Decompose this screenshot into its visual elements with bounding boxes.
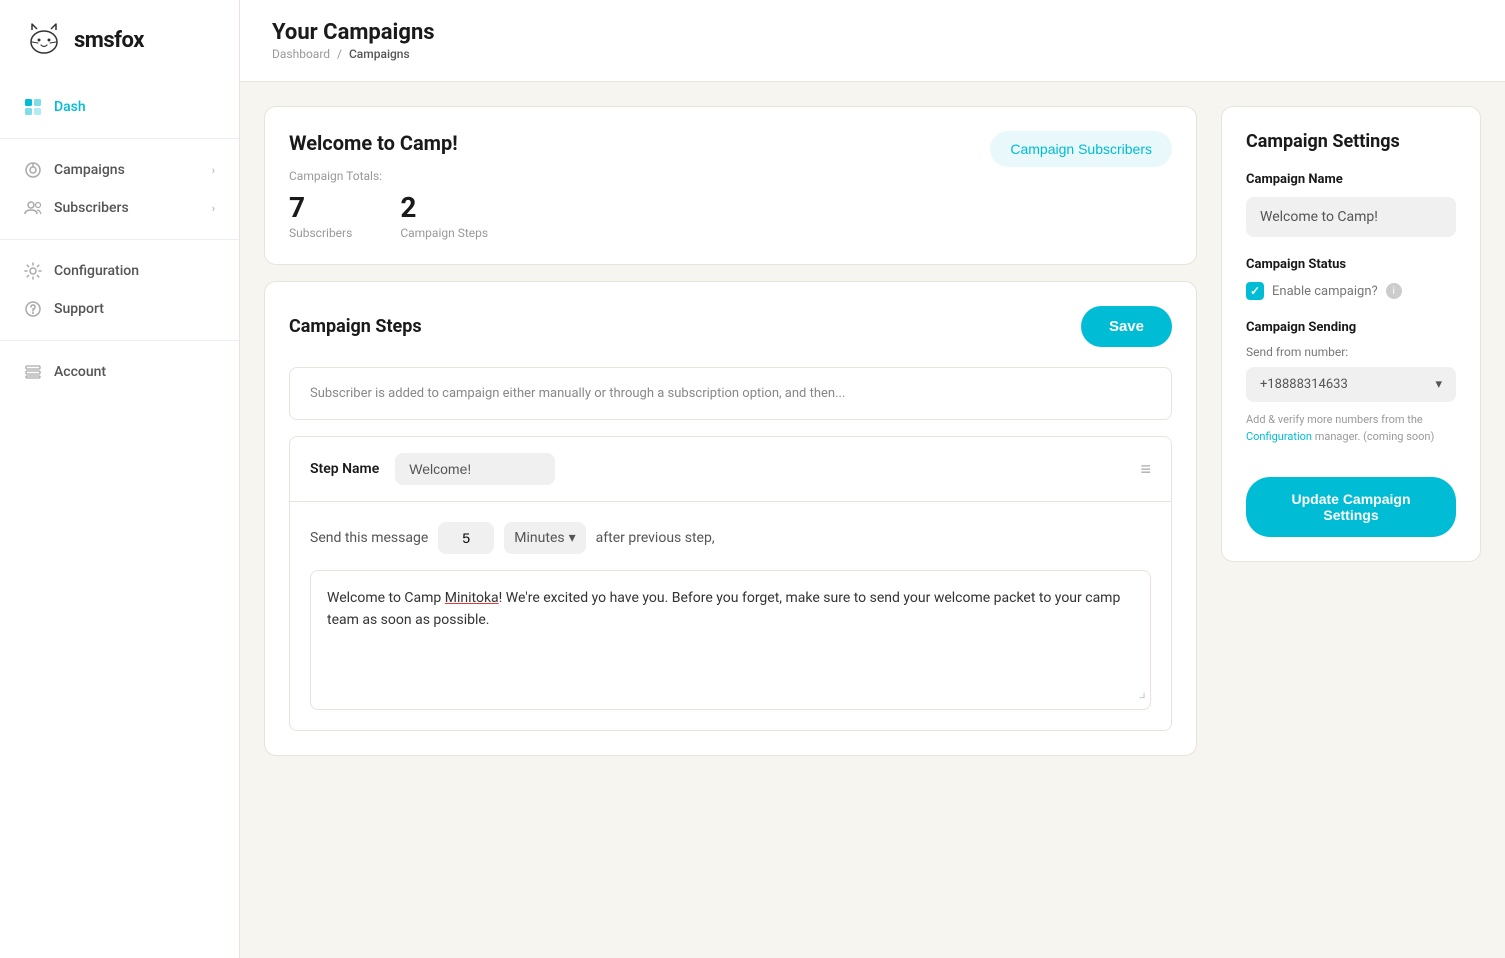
step-block-body: Send this message Minutes ▾ after previo…: [290, 502, 1171, 730]
sidebar-item-configuration-label: Configuration: [54, 263, 215, 279]
stat-subscribers: 7 Subscribers: [289, 191, 352, 240]
step-unit-value: Minutes: [514, 530, 564, 546]
step-block: Step Name ≡ Send this message Minutes ▾: [289, 436, 1172, 731]
sidebar-item-support-label: Support: [54, 301, 215, 317]
dash-icon: [24, 98, 42, 116]
step-message-area[interactable]: Welcome to Camp Minitoka! We're excited …: [310, 570, 1151, 710]
sidebar-item-account-label: Account: [54, 364, 215, 380]
after-previous-step-label: after previous step,: [596, 530, 715, 546]
logo-area: smsfox: [0, 0, 239, 80]
settings-title: Campaign Settings: [1246, 131, 1456, 152]
sidebar-item-account[interactable]: Account: [0, 353, 239, 391]
subscribers-chevron-icon: ›: [212, 202, 215, 215]
stat-steps: 2 Campaign Steps: [400, 191, 488, 240]
subscribers-icon: [24, 199, 42, 217]
message-minitoka: Minitoka: [445, 590, 499, 606]
left-panel: Welcome to Camp! Campaign Totals: 7 Subs…: [264, 106, 1197, 934]
step-unit-chevron-icon: ▾: [569, 530, 576, 546]
stat-subscribers-value: 7: [289, 191, 352, 224]
step-block-header: Step Name ≡: [290, 437, 1171, 502]
settings-card: Campaign Settings Campaign Name Welcome …: [1221, 106, 1481, 562]
enable-info-icon[interactable]: i: [1386, 283, 1402, 299]
campaign-name-label: Campaign Name: [1246, 172, 1456, 187]
breadcrumb-current: Campaigns: [349, 47, 410, 61]
step-menu-icon[interactable]: ≡: [1140, 459, 1151, 480]
step-unit-select[interactable]: Minutes ▾: [504, 522, 585, 554]
save-button[interactable]: Save: [1081, 306, 1172, 347]
support-icon: [24, 300, 42, 318]
sidebar-item-subscribers-label: Subscribers: [54, 200, 200, 216]
page-title: Your Campaigns: [272, 20, 1473, 45]
configuration-link[interactable]: Configuration: [1246, 430, 1312, 443]
steps-card-header: Campaign Steps Save: [289, 306, 1172, 347]
campaign-sending-label: Campaign Sending: [1246, 320, 1456, 335]
sidebar-item-campaigns[interactable]: Campaigns ›: [0, 151, 239, 189]
step-info-text: Subscriber is added to campaign either m…: [310, 386, 845, 401]
step-name-input[interactable]: [395, 453, 555, 485]
campaign-status-section: Campaign Status Enable campaign? i: [1246, 257, 1456, 300]
sidebar-item-dash[interactable]: Dash: [0, 88, 239, 126]
update-campaign-settings-button[interactable]: Update Campaign Settings: [1246, 477, 1456, 537]
campaign-steps-card: Campaign Steps Save Subscriber is added …: [264, 281, 1197, 756]
account-icon: [24, 363, 42, 381]
step-info-box: Subscriber is added to campaign either m…: [289, 367, 1172, 420]
campaigns-chevron-icon: ›: [212, 164, 215, 177]
logo-icon: [24, 20, 64, 60]
campaign-name-display: Welcome to Camp!: [1246, 197, 1456, 237]
campaign-header-card: Welcome to Camp! Campaign Totals: 7 Subs…: [264, 106, 1197, 265]
sidebar-item-dash-label: Dash: [54, 99, 215, 115]
breadcrumb-root[interactable]: Dashboard: [272, 47, 330, 61]
top-header: Your Campaigns Dashboard / Campaigns: [240, 0, 1505, 82]
sidebar-item-campaigns-label: Campaigns: [54, 162, 200, 178]
sidebar: smsfox Dash Campaigns ›: [0, 0, 240, 958]
enable-campaign-checkbox[interactable]: [1246, 282, 1264, 300]
step-send-row: Send this message Minutes ▾ after previo…: [310, 522, 1151, 554]
campaign-header-left: Welcome to Camp! Campaign Totals: 7 Subs…: [289, 131, 488, 240]
nav-divider-3: [0, 340, 239, 341]
stat-steps-label: Campaign Steps: [400, 226, 488, 240]
campaigns-icon: [24, 161, 42, 179]
sidebar-item-subscribers[interactable]: Subscribers ›: [0, 189, 239, 227]
step-name-label: Step Name: [310, 461, 379, 477]
step-delay-input[interactable]: [438, 522, 494, 554]
send-from-label: Send from number:: [1246, 345, 1456, 359]
campaign-totals-label: Campaign Totals:: [289, 169, 488, 183]
enable-campaign-label: Enable campaign?: [1272, 284, 1378, 299]
nav-divider-1: [0, 138, 239, 139]
right-panel: Campaign Settings Campaign Name Welcome …: [1221, 106, 1481, 934]
main-area: Your Campaigns Dashboard / Campaigns Wel…: [240, 0, 1505, 958]
campaign-sending-section: Campaign Sending Send from number: +1888…: [1246, 320, 1456, 445]
phone-number-chevron-icon: ▾: [1435, 377, 1442, 392]
breadcrumb: Dashboard / Campaigns: [272, 47, 1473, 61]
campaign-title: Welcome to Camp!: [289, 131, 488, 155]
campaign-status-label: Campaign Status: [1246, 257, 1456, 272]
message-text-before: Welcome to Camp: [327, 590, 445, 606]
steps-title: Campaign Steps: [289, 316, 422, 337]
sidebar-item-support[interactable]: Support: [0, 290, 239, 328]
configuration-icon: [24, 262, 42, 280]
campaign-subscribers-button[interactable]: Campaign Subscribers: [990, 131, 1172, 167]
sidebar-item-configuration[interactable]: Configuration: [0, 252, 239, 290]
nav-divider-2: [0, 239, 239, 240]
content-area: Welcome to Camp! Campaign Totals: 7 Subs…: [240, 82, 1505, 958]
send-this-message-label: Send this message: [310, 530, 428, 546]
phone-number-select[interactable]: +18888314633 ▾: [1246, 367, 1456, 402]
settings-note-text: Add & verify more numbers from the: [1246, 413, 1423, 426]
phone-number-value: +18888314633: [1260, 377, 1348, 392]
resize-handle-icon: ⌟: [1139, 679, 1147, 705]
stat-steps-value: 2: [400, 191, 488, 224]
sidebar-nav: Dash Campaigns › Subscribers ›: [0, 80, 239, 399]
logo-text: smsfox: [74, 28, 144, 53]
settings-note: Add & verify more numbers from the Confi…: [1246, 412, 1456, 445]
settings-note-suffix: manager. (coming soon): [1315, 430, 1435, 443]
enable-campaign-row: Enable campaign? i: [1246, 282, 1456, 300]
campaign-stats: 7 Subscribers 2 Campaign Steps: [289, 191, 488, 240]
stat-subscribers-label: Subscribers: [289, 226, 352, 240]
breadcrumb-separator: /: [337, 47, 342, 61]
